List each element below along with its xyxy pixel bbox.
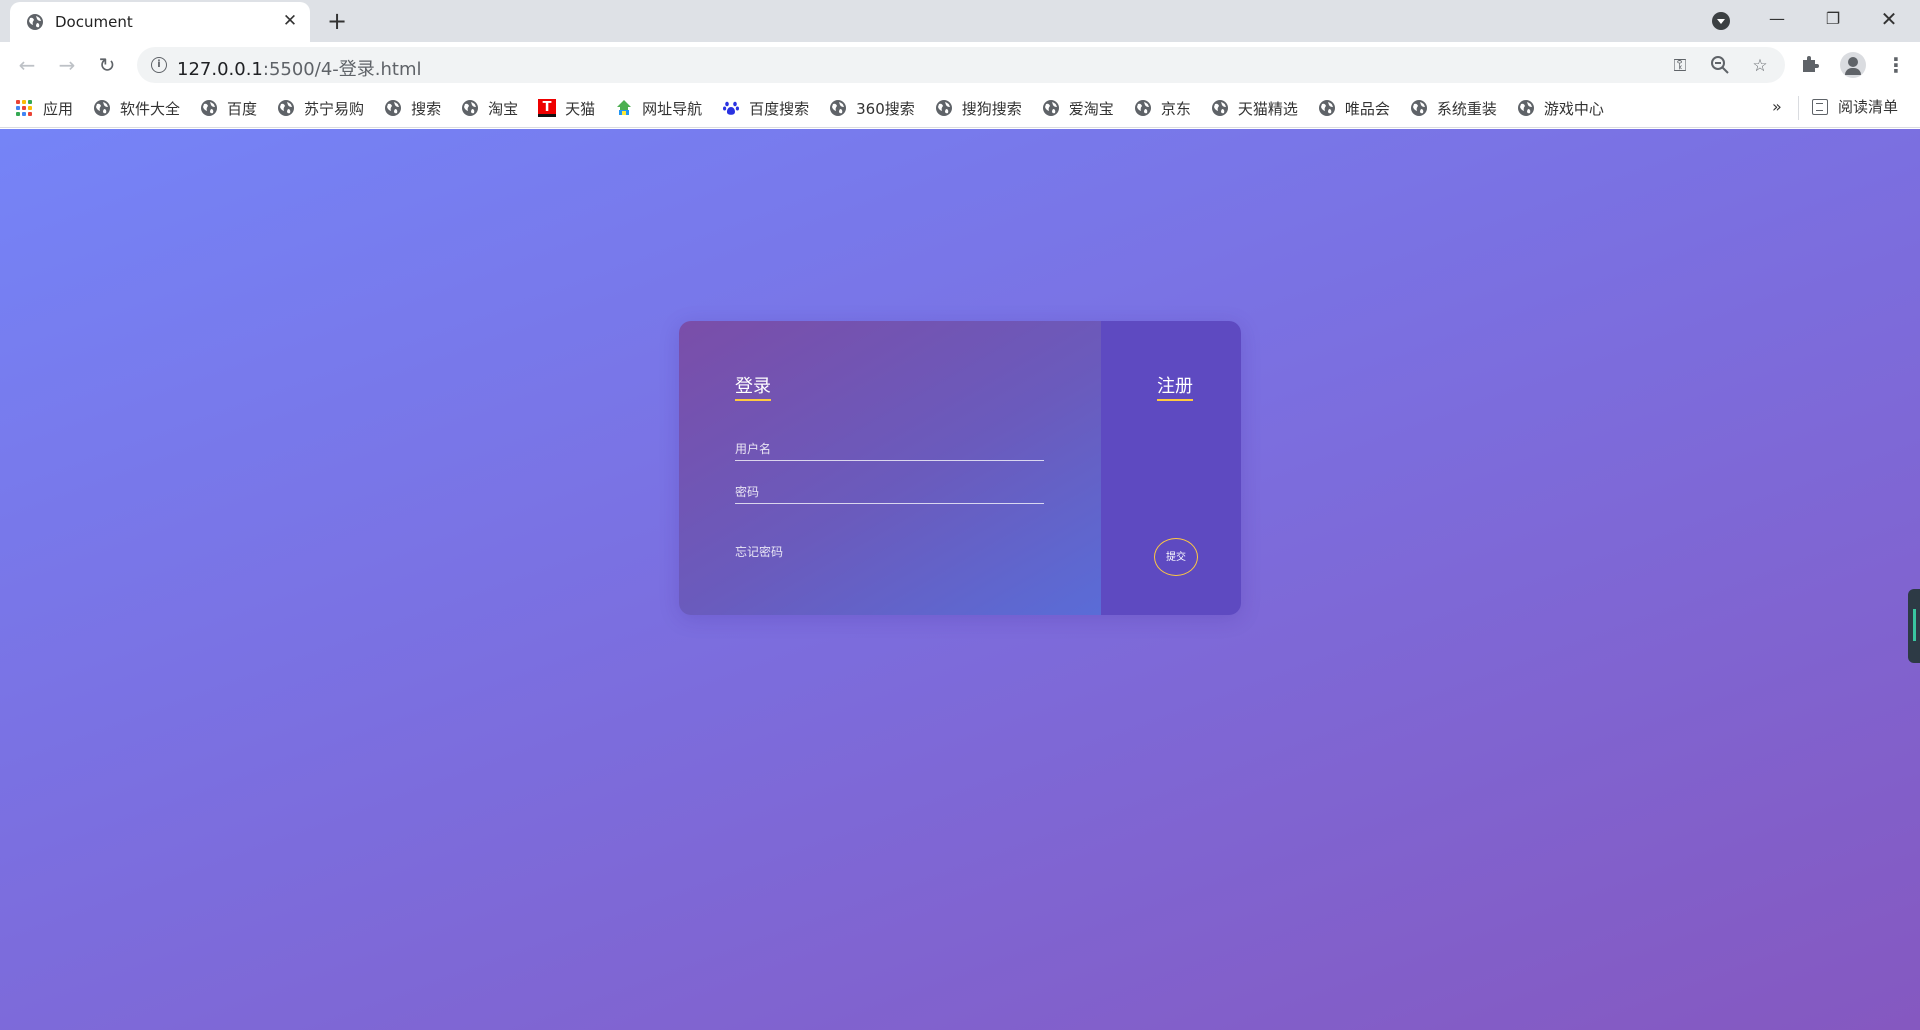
bookmark-item[interactable]: 游戏中心 (1517, 96, 1604, 120)
globe-icon (1042, 100, 1059, 116)
forward-button[interactable]: → (52, 50, 82, 80)
bookmark-item[interactable]: 爱淘宝 (1042, 96, 1114, 120)
tab-close-icon[interactable]: ✕ (280, 11, 300, 31)
bookmark-label: 唯品会 (1344, 99, 1390, 118)
bookmark-item[interactable]: 天猫精选 (1211, 96, 1298, 120)
zoom-out-icon[interactable] (1709, 55, 1731, 77)
bookmark-label: 网址导航 (642, 99, 703, 118)
tab-search-icon[interactable] (1712, 12, 1730, 30)
url-text[interactable]: 127.0.0.1:5500/4-登录.html (177, 55, 422, 81)
page-viewport: 登录 忘记密码 注册 提交 (0, 129, 1920, 1030)
globe-icon (462, 100, 479, 116)
bookmark-item[interactable]: 软件大全 (93, 96, 180, 120)
bookmark-item[interactable]: 京东 (1134, 96, 1191, 120)
bookmark-item[interactable]: 系统重装 (1410, 96, 1497, 120)
username-field[interactable] (735, 439, 1044, 461)
bookmark-label: 系统重装 (1436, 99, 1497, 118)
globe-icon (385, 100, 402, 116)
login-panel: 登录 忘记密码 (679, 321, 1101, 615)
globe-icon (94, 100, 111, 116)
bookmark-label: 京东 (1160, 99, 1191, 118)
bookmark-label: 百度 (227, 99, 258, 118)
bookmark-item[interactable]: 360搜索 (829, 96, 915, 120)
globe-icon (1211, 100, 1228, 116)
login-title[interactable]: 登录 (735, 377, 771, 401)
bookmark-item[interactable]: 唯品会 (1318, 96, 1390, 120)
tab-title: Document (55, 13, 133, 31)
login-card: 登录 忘记密码 注册 提交 (679, 321, 1241, 615)
globe-icon (278, 100, 295, 116)
browser-toolbar: ← → ↻ i 127.0.0.1:5500/4-登录.html ⚿ ☆ ⋮ (0, 42, 1920, 88)
submit-button[interactable]: 提交 (1154, 538, 1198, 576)
bookmark-label: 软件大全 (120, 99, 181, 118)
extensions-icon[interactable] (1800, 54, 1822, 76)
baidu-paw-icon (723, 101, 740, 115)
username-input[interactable] (735, 439, 1044, 459)
bookmarks-bar: 应用 软件大全 百度 苏宁易购 搜索 淘宝 T 天猫 网址导航 百度搜索 360搜索 搜狗搜索 爱淘宝 京… (0, 88, 1920, 128)
close-window-button[interactable]: ✕ (1866, 4, 1912, 34)
side-panel-handle[interactable] (1908, 589, 1920, 663)
url-path: :5500/4-登录.html (262, 59, 422, 80)
reading-list-button[interactable]: 阅读清单 (1812, 96, 1898, 117)
bookmark-label: 苏宁易购 (304, 99, 365, 118)
key-icon[interactable]: ⚿ (1669, 55, 1691, 77)
globe-icon (935, 100, 952, 116)
tmall-icon: T (538, 99, 557, 117)
reading-list-label: 阅读清单 (1838, 98, 1899, 116)
bookmarks-divider (1798, 96, 1799, 120)
bookmark-item[interactable]: 百度 (200, 96, 257, 120)
globe-icon (201, 100, 218, 116)
bookmark-label: 搜索 (411, 99, 442, 118)
reading-list-icon (1812, 98, 1828, 115)
globe-icon (830, 100, 847, 116)
globe-icon (1410, 100, 1427, 116)
globe-icon (1517, 100, 1534, 116)
browser-menu-icon[interactable]: ⋮ (1884, 52, 1908, 78)
apps-icon (16, 100, 32, 116)
bookmark-star-icon[interactable]: ☆ (1749, 55, 1771, 77)
forgot-password-link[interactable]: 忘记密码 (735, 543, 783, 560)
bookmark-label: 天猫 (565, 99, 596, 118)
new-tab-button[interactable]: + (324, 8, 350, 34)
register-panel: 注册 提交 (1101, 321, 1241, 615)
bookmark-label: 爱淘宝 (1068, 99, 1114, 118)
back-button[interactable]: ← (12, 50, 42, 80)
bookmark-item[interactable]: 百度搜索 (722, 96, 809, 120)
bookmark-label: 百度搜索 (749, 99, 810, 118)
bookmark-item[interactable]: 应用 (16, 96, 73, 120)
puzzle-glyph (1803, 56, 1819, 72)
bookmark-item[interactable]: 网址导航 (615, 96, 702, 120)
bookmark-label: 应用 (43, 99, 74, 118)
globe-icon (1134, 100, 1151, 116)
bookmarks-overflow-icon[interactable]: » (1772, 97, 1782, 116)
profile-avatar-icon[interactable] (1840, 52, 1866, 78)
password-field[interactable] (735, 482, 1044, 504)
bookmark-label: 游戏中心 (1543, 99, 1604, 118)
reload-button[interactable]: ↻ (92, 50, 122, 80)
hao123-icon (617, 100, 632, 115)
bookmark-item[interactable]: 搜索 (384, 96, 441, 120)
bookmark-item[interactable]: 淘宝 (461, 96, 518, 120)
url-host: 127.0.0.1 (177, 59, 263, 80)
maximize-button[interactable]: ❐ (1810, 4, 1856, 34)
minimize-button[interactable]: — (1754, 4, 1800, 34)
zoom-out-glyph (1711, 56, 1729, 74)
bookmarks-list: 应用 软件大全 百度 苏宁易购 搜索 淘宝 T 天猫 网址导航 百度搜索 360搜索 搜狗搜索 爱淘宝 京… (16, 96, 1624, 120)
password-input[interactable] (735, 482, 1044, 502)
register-title[interactable]: 注册 (1157, 377, 1193, 401)
site-info-icon[interactable]: i (151, 57, 167, 73)
bookmark-item[interactable]: 搜狗搜索 (935, 96, 1022, 120)
bookmark-label: 天猫精选 (1237, 99, 1298, 118)
globe-icon (1318, 100, 1335, 116)
active-tab[interactable]: Document ✕ (10, 2, 310, 42)
bookmark-label: 搜狗搜索 (961, 99, 1022, 118)
tab-strip: Document ✕ + — ❐ ✕ (0, 0, 1920, 42)
address-bar[interactable]: i 127.0.0.1:5500/4-登录.html ⚿ ☆ (137, 47, 1785, 83)
bookmark-item[interactable]: 苏宁易购 (277, 96, 364, 120)
bookmark-label: 淘宝 (488, 99, 519, 118)
bookmark-label: 360搜索 (856, 99, 915, 118)
bookmark-item[interactable]: T 天猫 (538, 96, 595, 120)
globe-icon (27, 14, 43, 30)
